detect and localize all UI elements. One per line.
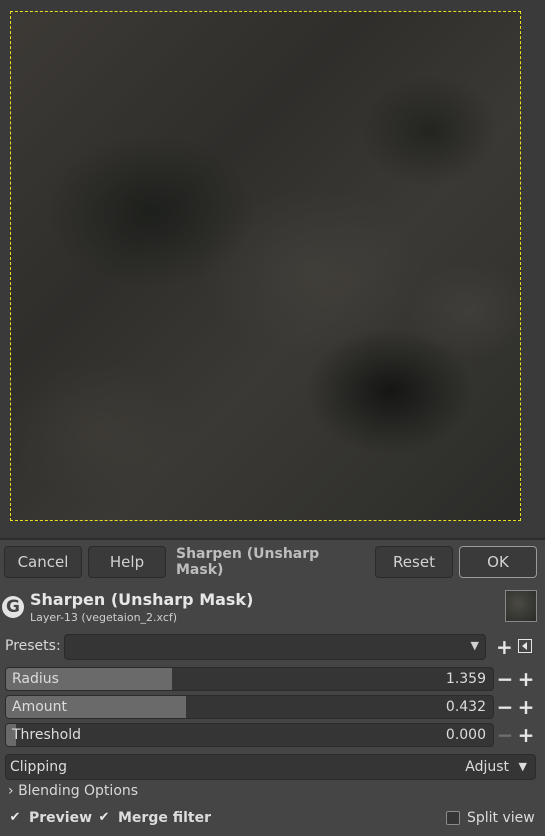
threshold-value: 0.000 — [445, 727, 486, 743]
clipping-value: Adjust — [465, 759, 509, 775]
layer-thumbnail — [505, 590, 537, 622]
reset-button[interactable]: Reset — [375, 546, 453, 578]
radius-value: 1.359 — [445, 671, 486, 687]
clipping-combo[interactable]: Clipping Adjust ▼ — [5, 754, 536, 780]
threshold-slider[interactable]: Threshold 0.000 — [5, 723, 494, 747]
threshold-label: Threshold — [12, 727, 81, 743]
plus-icon[interactable]: + — [496, 637, 513, 657]
checkmark-icon: ✔ — [98, 810, 110, 825]
ok-button[interactable]: OK — [459, 546, 537, 578]
menu-icon[interactable] — [518, 639, 532, 657]
merge-filter-label: Merge filter — [118, 810, 211, 826]
preview-canvas[interactable] — [0, 0, 545, 538]
amount-plus-icon[interactable]: + — [516, 695, 536, 719]
split-view-checkbox[interactable]: Split view — [446, 810, 535, 826]
radius-label: Radius — [12, 671, 59, 687]
dialog-title: Sharpen (Unsharp Mask) — [176, 546, 320, 578]
threshold-minus-icon: − — [496, 723, 514, 747]
radius-plus-icon[interactable]: + — [516, 667, 536, 691]
chevron-right-icon: › — [8, 783, 14, 799]
preview-label: Preview — [29, 810, 93, 826]
amount-label: Amount — [12, 699, 68, 715]
cancel-button[interactable]: Cancel — [4, 546, 82, 578]
layer-name: Layer-13 (vegetaion_2.xcf) — [30, 611, 178, 624]
preview-checkbox[interactable]: ✔ Preview — [8, 810, 92, 826]
filter-title: Sharpen (Unsharp Mask) — [30, 590, 254, 609]
blending-options-label: Blending Options — [18, 783, 139, 799]
checkbox-empty-icon — [446, 811, 460, 825]
divider — [0, 538, 545, 540]
texture-image — [10, 11, 521, 521]
clipping-label: Clipping — [10, 759, 67, 775]
presets-label: Presets: — [5, 638, 61, 654]
radius-slider[interactable]: Radius 1.359 — [5, 667, 494, 691]
chevron-down-icon: ▼ — [518, 760, 527, 773]
presets-combo[interactable]: ▼ — [64, 634, 486, 660]
amount-slider[interactable]: Amount 0.432 — [5, 695, 494, 719]
amount-value: 0.432 — [445, 699, 486, 715]
gegl-icon: G — [2, 596, 24, 618]
help-button[interactable]: Help — [88, 546, 166, 578]
blending-options-expander[interactable]: › Blending Options — [8, 783, 138, 799]
amount-minus-icon[interactable]: − — [495, 695, 515, 719]
radius-minus-icon[interactable]: − — [495, 667, 515, 691]
merge-filter-checkbox[interactable]: ✔ Merge filter — [97, 810, 211, 826]
threshold-plus-icon[interactable]: + — [516, 723, 536, 747]
checkmark-icon: ✔ — [9, 810, 21, 825]
split-view-label: Split view — [467, 810, 535, 826]
chevron-down-icon: ▼ — [470, 639, 479, 652]
